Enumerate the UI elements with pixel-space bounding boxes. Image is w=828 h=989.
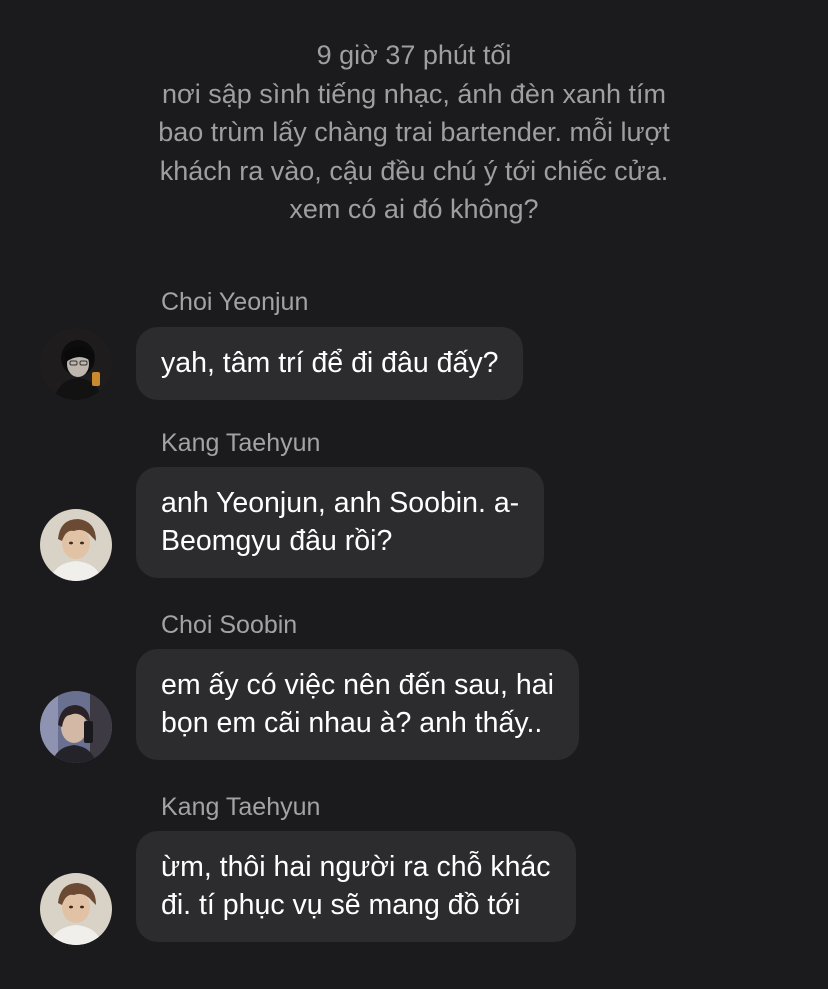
message-bubble[interactable]: anh Yeonjun, anh Soobin. a- Beomgyu đâu … bbox=[136, 467, 545, 578]
message-text-line: đi. tí phục vụ sẽ mang đồ tới bbox=[161, 889, 521, 921]
message-bubble[interactable]: yah, tâm trí để đi đâu đấy? bbox=[136, 327, 524, 400]
message-text-line: em ấy có việc nên đến sau, hai bbox=[161, 669, 554, 701]
dark-portrait-avatar[interactable] bbox=[40, 328, 112, 400]
sender-name: Kang Taehyun bbox=[161, 429, 321, 457]
system-note-line: nơi sập sình tiếng nhạc, ánh đèn xanh tí… bbox=[161, 78, 667, 109]
brown-hair-portrait-avatar[interactable] bbox=[40, 509, 112, 581]
system-note-line: khách ra vào, cậu đều chú ý tới chiếc cử… bbox=[159, 155, 669, 186]
avatar-image-icon bbox=[40, 691, 112, 763]
sender-name: Kang Taehyun bbox=[161, 793, 321, 821]
message-text-line: yah, tâm trí để đi đâu đấy? bbox=[161, 347, 499, 379]
brown-hair-portrait-avatar[interactable] bbox=[40, 873, 112, 945]
system-note-line: 9 giờ 37 phút tối bbox=[316, 40, 512, 70]
message-text-line: ừm, thôi hai người ra chỗ khác bbox=[161, 851, 551, 883]
sender-name: Choi Yeonjun bbox=[161, 288, 309, 316]
system-note: 9 giờ 37 phút tối nơi sập sình tiếng nhạ… bbox=[0, 36, 828, 229]
system-note-line: bao trùm lấy chàng trai bartender. mỗi l… bbox=[158, 117, 670, 147]
message-text-line: bọn em cãi nhau à? anh thấy.. bbox=[161, 707, 543, 739]
message-text-line: Beomgyu đâu rồi? bbox=[161, 525, 393, 557]
message-bubble[interactable]: em ấy có việc nên đến sau, hai bọn em cã… bbox=[136, 649, 579, 760]
message-bubble[interactable]: ừm, thôi hai người ra chỗ khác đi. tí ph… bbox=[136, 831, 576, 942]
avatar-image-icon bbox=[40, 328, 112, 400]
avatar-image-icon bbox=[40, 509, 112, 581]
selfie-portrait-avatar[interactable] bbox=[40, 691, 112, 763]
sender-name: Choi Soobin bbox=[161, 611, 298, 639]
message-text-line: anh Yeonjun, anh Soobin. a- bbox=[161, 487, 520, 519]
avatar-image-icon bbox=[40, 873, 112, 945]
system-note-line: xem có ai đó không? bbox=[289, 194, 539, 224]
